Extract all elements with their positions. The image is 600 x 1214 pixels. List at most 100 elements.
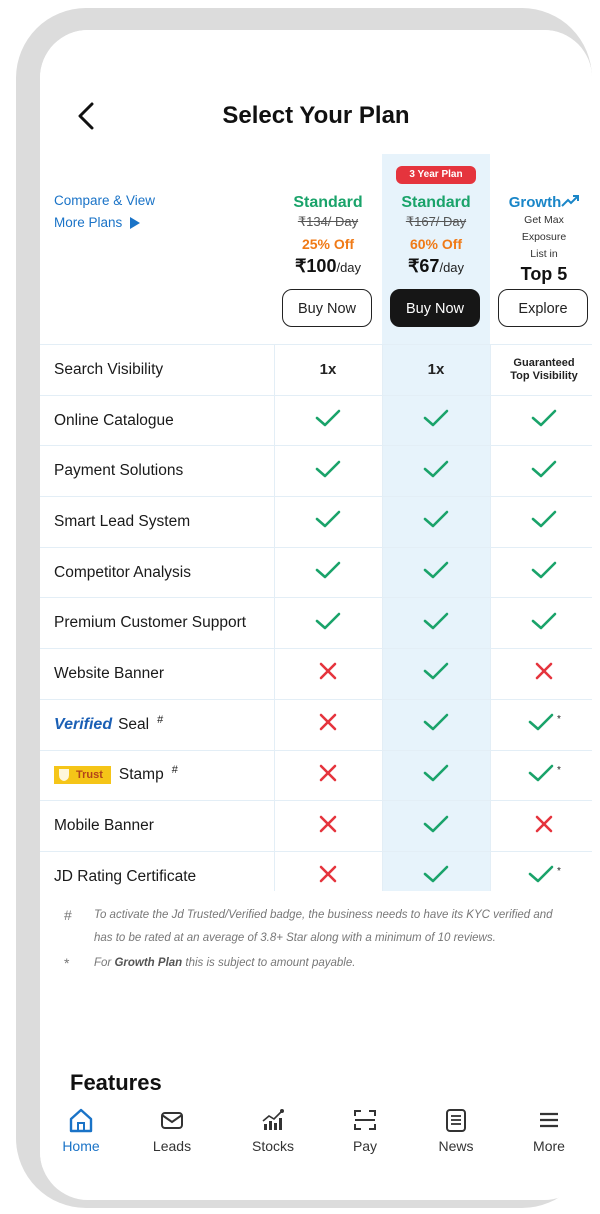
table-cell — [274, 548, 382, 598]
table-cell: 1x — [274, 345, 382, 395]
cross-icon — [318, 661, 338, 686]
table-row: Search Visibility 1x 1x Guaranteed Top Visib… — [40, 344, 592, 395]
nav-label: News — [438, 1138, 474, 1154]
row-label: Search Visibility — [54, 345, 272, 395]
growth-top: Top 5 — [520, 264, 568, 284]
table-cell — [274, 598, 382, 648]
trust-label: Trust — [76, 769, 103, 782]
table-cell — [274, 751, 382, 801]
trust-shield-icon — [59, 769, 69, 782]
trend-up-icon — [561, 195, 580, 207]
bottom-nav: Home Leads Stocks Pay News More — [40, 1098, 592, 1168]
nav-label: Leads — [152, 1138, 192, 1154]
table-cell — [490, 649, 592, 699]
row-label: Mobile Banner — [54, 801, 272, 851]
nav-home[interactable]: Home — [46, 1106, 116, 1154]
note-pre: For — [94, 957, 115, 969]
check-icon — [314, 560, 342, 585]
plan-name: Standard — [293, 194, 363, 211]
growth-name: Growth — [508, 194, 562, 211]
plan-standard-1: Standard ₹134/ Day 25% Off ₹100/day Buy … — [274, 154, 382, 344]
cross-icon — [318, 864, 338, 889]
check-icon — [422, 509, 450, 534]
check-icon — [527, 712, 555, 737]
nav-leads[interactable]: Leads — [137, 1106, 207, 1154]
note-post: this is subject to amount payable. — [182, 957, 356, 969]
cross-icon — [318, 712, 338, 737]
asterisk-marker: * — [557, 714, 561, 726]
table-cell — [274, 649, 382, 699]
plan-name: Standard — [401, 194, 471, 211]
check-icon — [422, 661, 450, 686]
nav-stocks[interactable]: Stocks — [238, 1106, 308, 1154]
check-icon — [422, 763, 450, 788]
check-icon — [422, 814, 450, 839]
table-cell — [274, 446, 382, 496]
table-row: Website Banner — [40, 648, 592, 699]
note-text: To activate the Jd Trusted/Verified badg… — [94, 909, 553, 944]
buy-now-button-3year[interactable]: Buy Now — [390, 289, 480, 327]
table-cell — [274, 396, 382, 446]
explore-button[interactable]: Explore — [498, 289, 588, 327]
compare-plans-link[interactable]: Compare & View More Plans — [54, 190, 155, 234]
trust-badge: Trust — [54, 766, 111, 785]
mail-icon — [161, 1112, 183, 1129]
check-icon — [422, 459, 450, 484]
table-cell: * — [490, 751, 592, 801]
table-row: Mobile Banner — [40, 800, 592, 851]
table-cell — [274, 700, 382, 750]
note-symbol: # — [64, 907, 72, 923]
check-icon — [314, 509, 342, 534]
price-value: ₹100 — [294, 256, 337, 276]
check-icon — [314, 611, 342, 636]
plan-old-price: ₹134/ Day — [297, 214, 359, 229]
table-cell — [382, 396, 490, 446]
cross-icon — [534, 814, 554, 839]
check-icon — [527, 864, 555, 889]
row-label-text: Mobile Banner — [54, 817, 154, 835]
table-cell — [382, 751, 490, 801]
buy-now-button[interactable]: Buy Now — [282, 289, 372, 327]
cross-icon — [318, 814, 338, 839]
row-label: JD Rating Certificate — [54, 852, 272, 902]
table-cell: Guaranteed Top Visibility — [490, 345, 592, 395]
nav-more[interactable]: More — [514, 1106, 584, 1154]
plan-header-row: Compare & View More Plans Standard ₹134/… — [40, 154, 592, 344]
visibility-value: 1x — [427, 361, 445, 379]
check-icon — [422, 408, 450, 433]
table-row: Verified Seal # * — [40, 698, 592, 750]
news-icon — [446, 1109, 466, 1132]
table-cell: * — [490, 852, 592, 902]
page-title: Select Your Plan — [222, 102, 410, 129]
check-icon — [314, 408, 342, 433]
cross-icon — [318, 763, 338, 788]
check-icon — [530, 408, 558, 433]
row-label-text: Seal — [118, 715, 150, 733]
menu-icon — [540, 1112, 558, 1128]
footnote-marker: # — [171, 764, 178, 777]
row-label: Online Catalogue — [54, 396, 272, 446]
cross-icon — [534, 661, 554, 686]
plan-discount: 60% Off — [409, 236, 463, 252]
table-cell — [382, 852, 490, 902]
check-icon — [530, 509, 558, 534]
table-cell: * — [490, 700, 592, 750]
row-label: Competitor Analysis — [54, 548, 272, 598]
check-icon — [422, 560, 450, 585]
nav-news[interactable]: News — [421, 1106, 491, 1154]
row-label: Trust Stamp # — [54, 751, 272, 801]
home-icon — [69, 1108, 93, 1133]
check-icon — [530, 611, 558, 636]
stocks-icon — [262, 1109, 284, 1130]
nav-pay[interactable]: Pay — [330, 1106, 400, 1154]
row-label-text: Website Banner — [54, 664, 164, 682]
note-bold: Growth Plan — [114, 957, 183, 969]
asterisk-marker: * — [557, 764, 561, 776]
table-cell — [274, 497, 382, 547]
row-label: Website Banner — [54, 649, 272, 699]
table-row: Smart Lead System — [40, 496, 592, 547]
footnote-asterisk: * For Growth Plan this is subject to amou… — [64, 952, 564, 975]
check-icon — [314, 459, 342, 484]
check-icon — [422, 864, 450, 889]
nav-label: Pay — [352, 1138, 378, 1154]
